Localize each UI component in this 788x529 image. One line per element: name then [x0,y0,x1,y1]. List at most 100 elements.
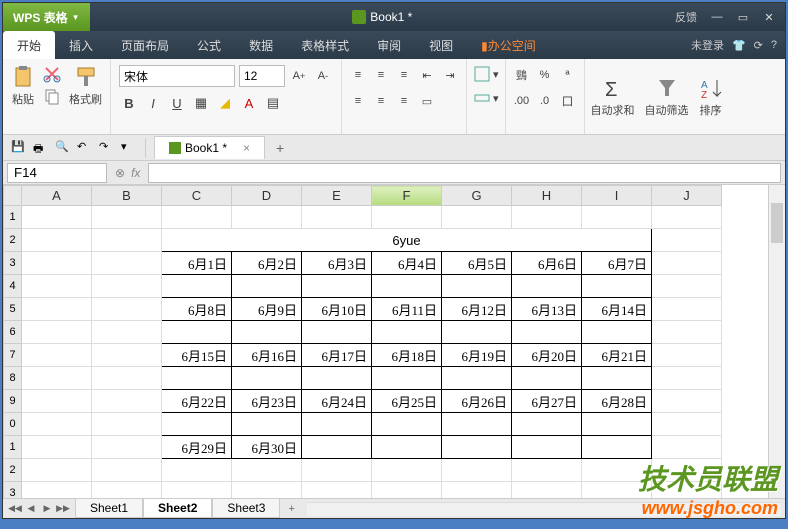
currency-button[interactable]: 鵛 [512,65,532,85]
doc-tab-book1[interactable]: Book1 * × [154,136,265,159]
conditional-format-button[interactable]: ▤ [263,93,283,113]
cell[interactable] [232,321,302,344]
cell[interactable] [652,413,722,436]
cell[interactable] [22,367,92,390]
font-color-button[interactable]: A [239,93,259,113]
cell[interactable] [652,390,722,413]
row-header[interactable]: 4 [4,275,22,298]
cell[interactable] [512,482,582,499]
cell[interactable] [582,321,652,344]
cell[interactable]: 6月6日 [512,252,582,275]
preview-icon[interactable]: 🔍 [55,140,71,156]
menu-view[interactable]: 视图 [415,31,467,60]
cell[interactable]: 6月19日 [442,344,512,367]
cell[interactable] [442,413,512,436]
cell[interactable] [442,275,512,298]
cell[interactable] [302,367,372,390]
row-header[interactable]: 7 [4,344,22,367]
row-header[interactable]: 8 [4,367,22,390]
sheet-add-button[interactable]: + [280,501,302,517]
cell[interactable] [652,482,722,499]
cell[interactable] [22,298,92,321]
cell[interactable] [442,459,512,482]
wrap-text-button[interactable]: ▾ [473,65,499,83]
cell[interactable]: 6月2日 [232,252,302,275]
cell[interactable] [232,413,302,436]
align-bottom-button[interactable]: ≡ [394,65,414,85]
cell[interactable] [162,482,232,499]
cell[interactable] [372,206,442,229]
cell[interactable] [442,321,512,344]
cell[interactable] [162,275,232,298]
cell[interactable]: 6月8日 [162,298,232,321]
sort-button[interactable]: AZ 排序 [699,76,723,118]
cell[interactable] [92,482,162,499]
cell[interactable] [92,321,162,344]
paste-button[interactable]: 粘贴 [11,65,35,128]
cell[interactable] [22,206,92,229]
cell[interactable]: 6月30日 [232,436,302,459]
cell[interactable] [372,413,442,436]
merge-button[interactable]: ▭ [417,91,437,111]
col-header-B[interactable]: B [92,186,162,206]
cut-icon[interactable] [43,65,61,83]
qa-more-icon[interactable]: ▾ [121,140,137,156]
sheet-nav-prev-icon[interactable]: ◀ [23,501,39,517]
cell[interactable] [232,275,302,298]
cell[interactable] [92,390,162,413]
cell[interactable] [92,298,162,321]
cell[interactable]: 6月18日 [372,344,442,367]
col-header-D[interactable]: D [232,186,302,206]
cell[interactable]: 6月17日 [302,344,372,367]
cell[interactable] [582,413,652,436]
align-middle-button[interactable]: ≡ [371,65,391,85]
cell[interactable]: 6月21日 [582,344,652,367]
cell[interactable] [442,436,512,459]
sheet-tab-3[interactable]: Sheet3 [212,499,280,518]
cell[interactable]: 6月9日 [232,298,302,321]
cell[interactable] [92,206,162,229]
cell[interactable] [92,436,162,459]
fill-color-button[interactable]: ◢ [215,93,235,113]
col-header-C[interactable]: C [162,186,232,206]
cell[interactable]: 6月25日 [372,390,442,413]
cell[interactable] [652,206,722,229]
font-size-combo[interactable] [239,65,285,87]
feedback-link[interactable]: 反馈 [675,9,697,25]
cell[interactable] [302,275,372,298]
cell[interactable] [652,459,722,482]
cell[interactable] [232,367,302,390]
col-header-G[interactable]: G [442,186,512,206]
cell[interactable] [22,275,92,298]
cell[interactable] [232,482,302,499]
maximize-button[interactable]: ▭ [731,8,755,26]
row-header[interactable]: 3 [4,482,22,499]
format-painter-button[interactable]: 格式刷 [69,65,102,128]
cell[interactable] [512,206,582,229]
row-header[interactable]: 3 [4,252,22,275]
cell[interactable]: 6月16日 [232,344,302,367]
cell[interactable] [372,367,442,390]
cell[interactable]: 6月11日 [372,298,442,321]
cell[interactable]: 6月13日 [512,298,582,321]
name-box[interactable] [7,163,107,183]
sheet-nav-first-icon[interactable]: ◀◀ [7,501,23,517]
minimize-button[interactable]: — [705,8,729,26]
cell[interactable] [372,321,442,344]
cell[interactable]: 6月1日 [162,252,232,275]
cell[interactable] [512,321,582,344]
row-header[interactable]: 0 [4,413,22,436]
cell[interactable] [22,413,92,436]
horizontal-scrollbar[interactable] [307,502,781,516]
cell[interactable]: 6月28日 [582,390,652,413]
cell[interactable] [582,206,652,229]
print-icon[interactable]: 🖶 [33,140,49,156]
cell[interactable] [582,275,652,298]
cell[interactable] [652,252,722,275]
select-all-cell[interactable] [4,186,22,206]
cell[interactable] [372,482,442,499]
refresh-icon[interactable]: ⟳ [754,39,763,52]
shrink-font-button[interactable]: A- [313,65,333,87]
cell[interactable] [162,321,232,344]
align-right-button[interactable]: ≡ [394,91,414,111]
